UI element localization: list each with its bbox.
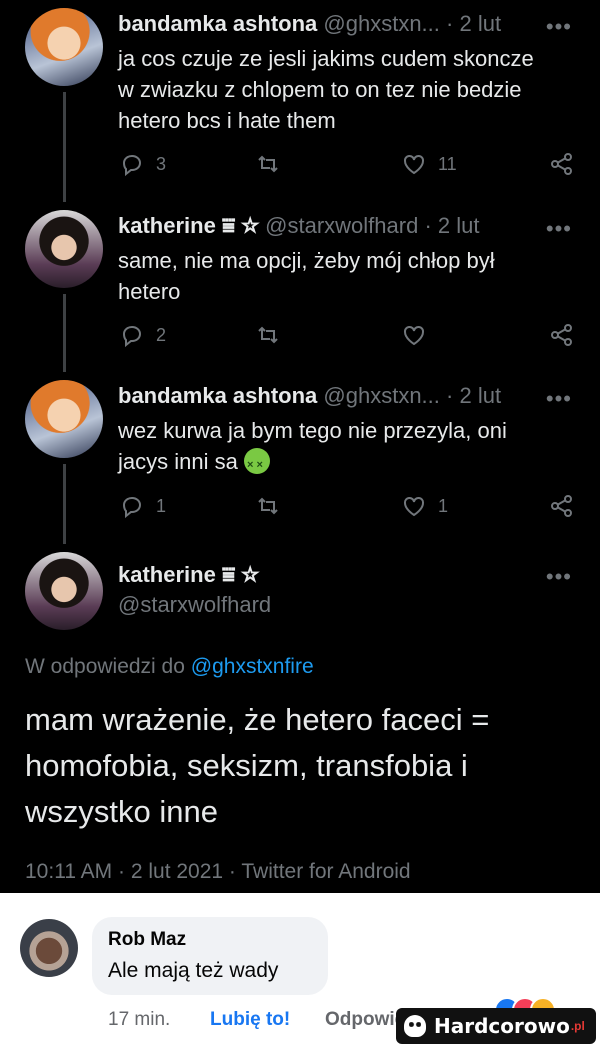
main-tweet-author: katherine ⩸ ☆ — [118, 562, 259, 588]
tweet-text: same, nie ma opcji, żeby mój chłop był h… — [118, 245, 568, 307]
reply-to-link[interactable]: @ghxstxnfire — [191, 655, 314, 678]
reply-icon — [122, 154, 142, 177]
facebook-comment-section: Rob Maz Ale mają też wady 17 min. Lubię … — [0, 893, 600, 1052]
share-button[interactable] — [548, 492, 576, 520]
tweet-header: bandamka ashtona @ghxstxn... · 2 lut — [118, 383, 501, 409]
tweet-text-line: same, nie ma opcji, żeby mój chłop był — [118, 248, 495, 273]
avatar[interactable] — [25, 8, 103, 86]
share-button[interactable] — [548, 150, 576, 178]
reply-count: 3 — [156, 153, 167, 174]
tweet-actions: 2 — [118, 321, 578, 351]
author-handle[interactable]: @ghxstxn... — [323, 383, 440, 408]
watermark-suffix: .pl — [570, 1019, 585, 1033]
skull-icon — [404, 1015, 426, 1037]
avatar[interactable] — [25, 380, 103, 458]
heart-icon — [404, 496, 424, 517]
like-button[interactable] — [400, 321, 428, 349]
commenter-name[interactable]: Rob Maz — [108, 929, 186, 951]
tweet-text-line: mam wrażenie, że hetero faceci = — [25, 702, 490, 737]
tweet-header: bandamka ashtona @ghxstxn... · 2 lut — [118, 11, 501, 37]
thread-line — [63, 294, 66, 372]
author-name[interactable]: bandamka ashtona — [118, 383, 317, 408]
author-name[interactable]: katherine ⩸ ☆ — [118, 213, 259, 238]
tweet-timestamp[interactable]: 10:11 AM · 2 lut 2021 · Twitter for Andr… — [25, 860, 411, 884]
thread-line — [63, 92, 66, 202]
separator: · — [424, 213, 432, 238]
retweet-button[interactable] — [254, 321, 282, 349]
tweet-text-line: w zwiazku z chlopem to on tez nie bedzie — [118, 77, 522, 102]
like-button[interactable]: 11 — [400, 150, 457, 178]
tweet-text-line: hetero bcs i hate them — [118, 108, 336, 133]
author-name[interactable]: bandamka ashtona — [118, 11, 317, 36]
heart-icon — [404, 325, 424, 346]
tweet-actions: 3 11 — [118, 150, 578, 180]
heart-icon — [404, 154, 424, 175]
reply-button[interactable]: 2 — [118, 321, 166, 349]
main-tweet-text: mam wrażenie, że hetero faceci = homofob… — [25, 697, 585, 835]
retweet-icon — [258, 326, 278, 344]
more-options-icon[interactable]: ••• — [546, 386, 572, 412]
share-button[interactable] — [548, 321, 576, 349]
reply-count: 2 — [156, 324, 167, 345]
comment-time: 17 min. — [108, 1009, 171, 1030]
commenter-avatar[interactable] — [20, 919, 78, 977]
author-handle[interactable]: @starxwolfhard — [118, 592, 271, 617]
tweet-text-line: wszystko inne — [25, 794, 218, 829]
tweet-text-line: hetero — [118, 279, 181, 304]
comment-bubble: Rob Maz Ale mają też wady — [92, 917, 328, 995]
share-icon — [551, 495, 572, 517]
separator: · — [446, 383, 454, 408]
main-tweet-handle-row: @starxwolfhard — [118, 592, 271, 618]
author-name[interactable]: katherine ⩸ ☆ — [118, 562, 259, 587]
reply-count: 1 — [156, 495, 167, 516]
watermark: Hardcorowo .pl — [396, 1008, 596, 1044]
author-handle[interactable]: @starxwolfhard — [265, 213, 418, 238]
reply-prefix: W odpowiedzi do — [25, 655, 185, 678]
tweet-text-line: homofobia, seksizm, transfobia i — [25, 748, 468, 783]
share-icon — [551, 153, 572, 175]
watermark-text: Hardcorowo — [434, 1014, 570, 1038]
reply-context: W odpowiedzi do @ghxstxnfire — [25, 655, 314, 679]
author-handle[interactable]: @ghxstxn... — [323, 11, 440, 36]
avatar[interactable] — [25, 552, 103, 630]
like-button[interactable]: 1 — [400, 492, 448, 520]
retweet-icon — [258, 497, 278, 515]
more-options-icon[interactable]: ••• — [546, 216, 572, 242]
avatar[interactable] — [25, 210, 103, 288]
tweet-header: katherine ⩸ ☆ @starxwolfhard · 2 lut — [118, 213, 480, 239]
tweet-time[interactable]: 2 lut — [459, 383, 501, 408]
tweet-text: wez kurwa ja bym tego nie przezyla, oni … — [118, 415, 568, 481]
tweet-time[interactable]: 2 lut — [459, 11, 501, 36]
nauseated-face-icon — [243, 448, 270, 481]
twitter-thread-screenshot: bandamka ashtona @ghxstxn... · 2 lut •••… — [0, 0, 600, 893]
more-options-icon[interactable]: ••• — [546, 14, 572, 40]
retweet-button[interactable] — [254, 492, 282, 520]
tweet-actions: 1 1 — [118, 492, 578, 522]
like-count: 1 — [438, 495, 449, 516]
reply-icon — [122, 496, 142, 519]
comment-text: Ale mają też wady — [108, 959, 279, 982]
retweet-button[interactable] — [254, 150, 282, 178]
tweet-text-line: ja cos czuje ze jesli jakims cudem skonc… — [118, 46, 534, 71]
reply-icon — [122, 325, 142, 348]
retweet-icon — [258, 155, 278, 173]
tweet-text-line: jacys inni sa — [118, 449, 238, 474]
tweet-time[interactable]: 2 lut — [438, 213, 480, 238]
thread-line — [63, 464, 66, 544]
share-icon — [551, 324, 572, 346]
more-options-icon[interactable]: ••• — [546, 564, 572, 590]
reply-button[interactable]: 1 — [118, 492, 166, 520]
like-count: 11 — [438, 153, 457, 174]
tweet-text-line: wez kurwa ja bym tego nie przezyla, oni — [118, 418, 507, 443]
reply-button[interactable]: 3 — [118, 150, 166, 178]
like-comment-link[interactable]: Lubię to! — [210, 1009, 290, 1031]
separator: · — [446, 11, 454, 36]
tweet-text: ja cos czuje ze jesli jakims cudem skonc… — [118, 43, 568, 136]
